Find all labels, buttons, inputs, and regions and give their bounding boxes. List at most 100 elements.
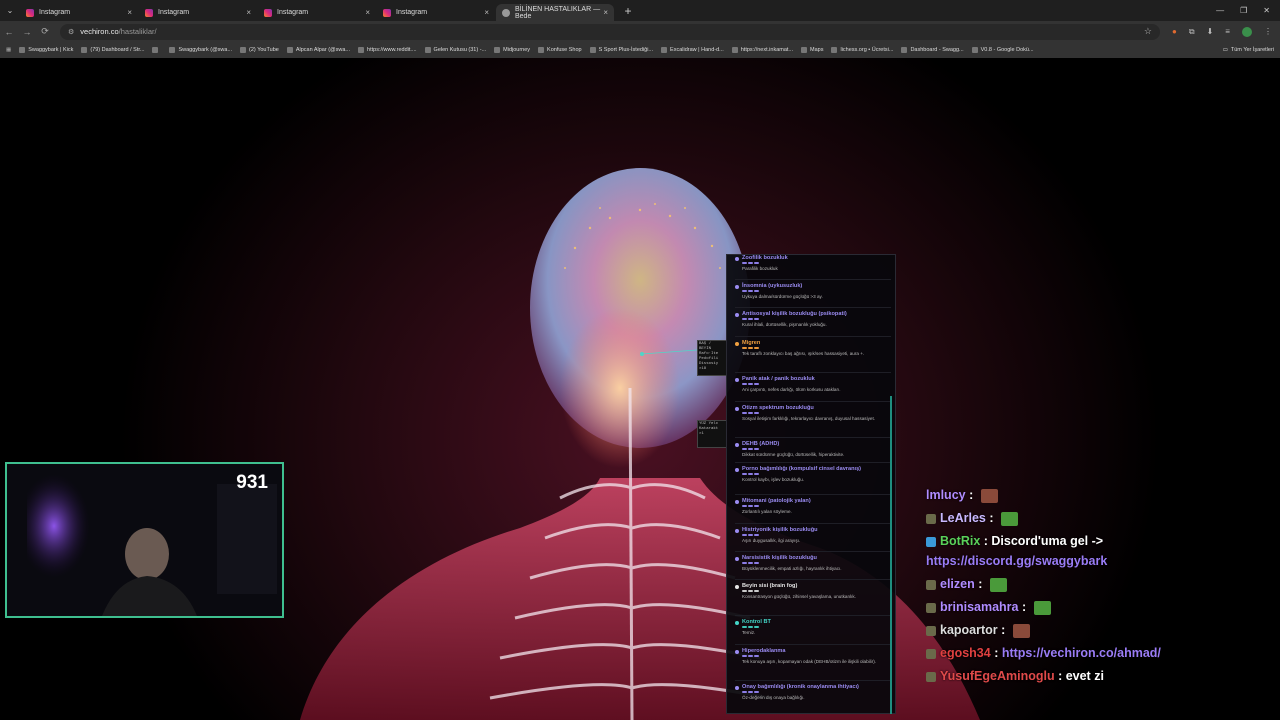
close-icon[interactable]: × [484, 8, 489, 17]
panel-scrollbar[interactable] [890, 396, 892, 714]
bookmark-favicon-icon [424, 47, 431, 53]
disease-name: Panik atak / panik bozukluk [742, 376, 815, 382]
severity-bars [742, 383, 760, 385]
bookmark-item[interactable]: (79) Dashboard / Str... [81, 47, 144, 53]
item-divider [735, 336, 891, 337]
bookmark-item[interactable]: Konfuse Shop [538, 47, 582, 53]
all-bookmarks[interactable]: ▭ Tüm Yer İşaretleri [1223, 42, 1274, 58]
media-icon[interactable]: ≡ [1225, 27, 1230, 36]
bookmark-item[interactable] [152, 47, 161, 53]
extensions-puzzle-icon[interactable]: ⧉ [1189, 27, 1195, 37]
site-info-icon[interactable]: ⚙ [68, 28, 74, 36]
severity-segment [742, 448, 747, 450]
anatomy-3d-model[interactable] [0, 58, 1280, 720]
disease-name: Narsisistik kişilik bozukluğu [742, 555, 817, 561]
tab-hastaliklar[interactable]: BİLİNEN HASTALIKLAR — Bede × [496, 4, 614, 21]
severity-segment [742, 473, 747, 475]
bookmark-item[interactable]: Excalidraw | Hand-d... [661, 47, 724, 53]
user-badge-icon [926, 513, 936, 524]
address-bar[interactable]: ⚙ vechiron.co/hastaliklar/ ☆ [60, 23, 1160, 40]
severity-bars [742, 262, 760, 264]
chat-message: brinisamahra : [926, 600, 1051, 615]
bookmark-favicon-icon [240, 47, 247, 53]
minimize-icon[interactable]: — [1216, 6, 1224, 15]
severity-segment [748, 534, 753, 536]
tab-label: BİLİNEN HASTALIKLAR — Bede [515, 5, 601, 20]
chat-link[interactable]: https://vechiron.co/ahmad/ [1002, 646, 1161, 660]
bookmark-item[interactable]: (2) YouTube [240, 47, 279, 53]
close-icon[interactable]: × [603, 8, 608, 17]
download-icon[interactable]: ⬇ [1207, 27, 1214, 36]
back-icon[interactable]: ← [0, 27, 18, 37]
chat-link[interactable]: https://discord.gg/swaggybark [926, 554, 1107, 568]
bookmark-item[interactable]: Alpcan Alpar (@swa... [286, 47, 350, 53]
close-icon[interactable]: × [365, 8, 370, 17]
extension-flame-icon[interactable]: ● [1172, 27, 1177, 36]
severity-segment [748, 412, 753, 414]
bookmark-item[interactable]: Gelen Kutusu (31) -... [424, 47, 486, 53]
severity-bars [742, 691, 760, 693]
bookmark-favicon-icon [152, 47, 159, 53]
tab-instagram-1[interactable]: Instagram × [20, 4, 138, 21]
bookmark-item[interactable]: https://next.inkamat... [731, 47, 793, 53]
chat-username[interactable]: elizen [940, 577, 975, 591]
bookmark-label: Midjourney [503, 47, 531, 53]
severity-segment [748, 473, 753, 475]
tab-search-icon[interactable]: ⌄ [0, 6, 20, 15]
new-tab-button[interactable]: + [621, 4, 635, 18]
bookmark-label: V0.8 - Google Dokü... [980, 47, 1034, 53]
face-region-label[interactable]: YÜZ Yelc Katarakt ×1 [697, 420, 727, 448]
severity-segment [754, 534, 759, 536]
bookmark-item[interactable]: Maps [801, 47, 823, 53]
profile-avatar-icon[interactable] [1241, 26, 1252, 37]
bookmark-item[interactable]: Swaggybark | Kick [19, 47, 73, 53]
close-icon[interactable]: × [246, 8, 251, 17]
hotspot-head[interactable] [640, 352, 644, 356]
disease-description: Uykuya dalma/sürdürme güçlüğü >3 ay. [742, 294, 823, 299]
chat-separator: : [980, 534, 992, 548]
tab-instagram-3[interactable]: Instagram × [258, 4, 376, 21]
close-window-icon[interactable]: ✕ [1263, 6, 1270, 15]
bookmark-item[interactable]: Midjourney [494, 47, 530, 53]
disease-list-panel[interactable]: Zoofilik bozukluk Parafilik bozukluk İnsom… [726, 254, 896, 714]
emote-icon [1033, 600, 1051, 615]
disease-name: Antisosyal kişilik bozukluğu (psikopati) [742, 311, 847, 317]
severity-segment [742, 534, 747, 536]
chat-username[interactable]: lmlucy [926, 488, 966, 502]
reload-icon[interactable]: ⟳ [36, 26, 54, 37]
chat-username[interactable]: LeArles [940, 511, 986, 525]
head-region-label[interactable]: BAŞ / BEYİN Rafo·Ite Pedofili Dissosiy ×… [697, 340, 727, 376]
chat-username[interactable]: brinisamahra [940, 600, 1019, 614]
user-badge-icon [926, 648, 936, 659]
chat-text: Discord'uma gel -> [991, 534, 1104, 548]
chat-username[interactable]: YusufEgeAminoglu [940, 669, 1055, 683]
bookmark-item[interactable]: lichess.org • Ücretsi... [831, 47, 893, 53]
bookmark-item[interactable]: Swaggybark (@swa... [169, 47, 232, 53]
bookmark-item[interactable]: S Sport Plus-İstediği... [589, 47, 654, 53]
chat-text: evet zi [1065, 669, 1104, 683]
severity-segment [748, 347, 753, 349]
instagram-icon [264, 8, 272, 17]
bookmark-favicon-icon [661, 47, 668, 53]
disease-name: Otizm spektrum bozukluğu [742, 405, 814, 411]
tab-instagram-2[interactable]: Instagram × [139, 4, 257, 21]
bookmark-item[interactable]: V0.8 - Google Dokü... [971, 47, 1034, 53]
chat-username[interactable]: BotRix [940, 534, 980, 548]
bookmark-item[interactable]: Dashboard - Swagg... [901, 47, 964, 53]
bookmark-item[interactable]: https://www.reddit.... [358, 47, 417, 53]
disease-name: Porno bağımlılığı (kompulsif cinsel davr… [742, 466, 862, 472]
menu-kebab-icon[interactable]: ⋮ [1264, 27, 1272, 36]
maximize-icon[interactable]: ❐ [1240, 6, 1247, 15]
forward-icon[interactable]: → [18, 27, 36, 37]
apps-grid-icon[interactable]: ▦ [6, 47, 11, 53]
chat-separator: : [974, 577, 986, 591]
bookmark-star-icon[interactable]: ☆ [1144, 26, 1152, 37]
item-divider [735, 579, 891, 580]
severity-segment [748, 262, 753, 264]
close-icon[interactable]: × [127, 8, 132, 17]
chat-username[interactable]: kapoartor [940, 623, 998, 637]
chat-username[interactable]: egosh34 [940, 646, 991, 660]
severity-segment [748, 655, 753, 657]
bookmark-label: S Sport Plus-İstediği... [598, 47, 654, 53]
tab-instagram-4[interactable]: Instagram × [377, 4, 495, 21]
